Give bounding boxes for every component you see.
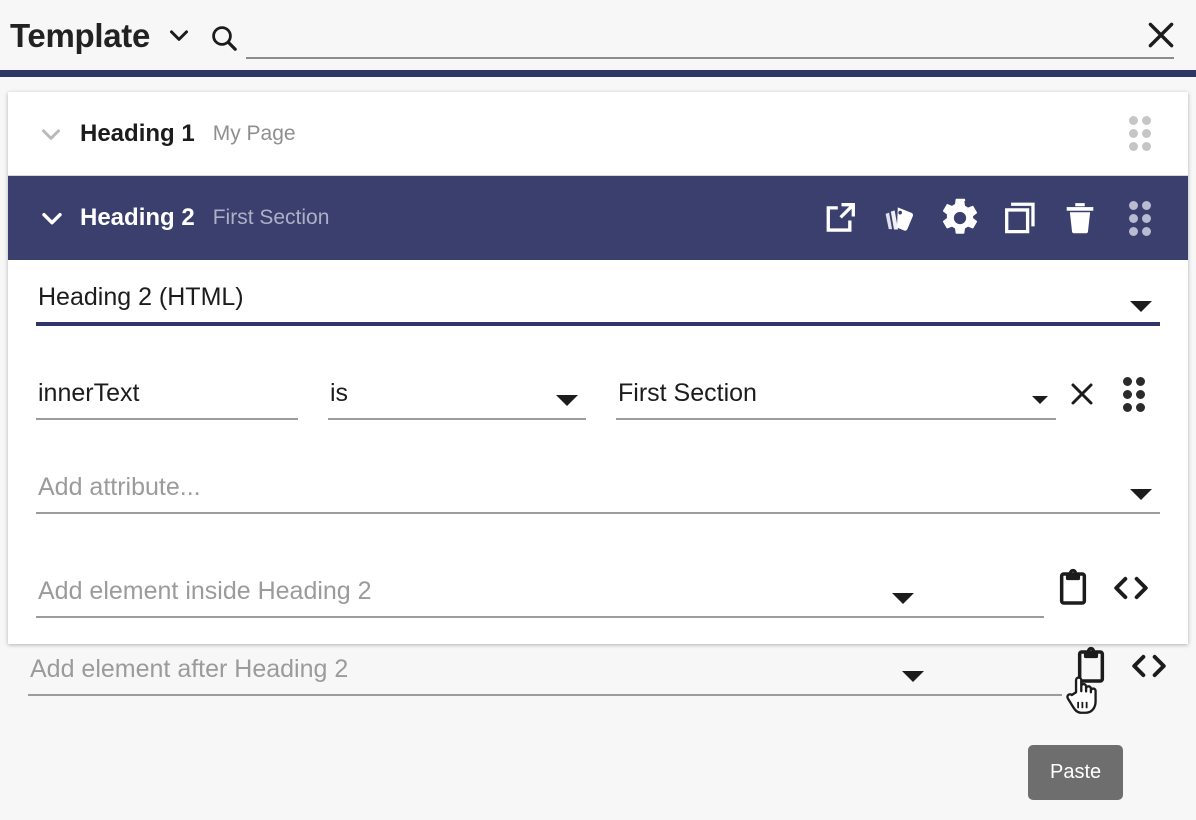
add-attribute-placeholder: Add attribute... — [38, 473, 201, 501]
attribute-value-underline — [616, 418, 1056, 420]
open-in-new-icon[interactable] — [810, 188, 870, 248]
code-brackets-icon[interactable] — [1102, 562, 1160, 614]
attribute-operator-value: is — [330, 379, 349, 407]
tree-node-heading-2[interactable]: Heading 2 First Section — [8, 176, 1188, 260]
search-input[interactable] — [246, 23, 1174, 59]
node-subtitle: First Section — [212, 206, 330, 229]
search-icon — [208, 22, 240, 54]
gear-icon[interactable] — [930, 188, 990, 248]
add-element-after-underline — [28, 694, 1062, 696]
drag-dots[interactable] — [1123, 376, 1145, 412]
attribute-value-select[interactable]: First Section — [616, 378, 1056, 420]
attribute-name-value: innerText — [38, 379, 140, 407]
element-card: Heading 1 My Page Heading 2 First Sectio… — [8, 92, 1188, 644]
drag-handle-icon[interactable] — [1110, 104, 1170, 164]
close-icon[interactable] — [1140, 14, 1182, 56]
tree-node-heading-1[interactable]: Heading 1 My Page — [8, 92, 1188, 176]
chevron-down-icon[interactable] — [892, 593, 914, 604]
search-field[interactable] — [208, 7, 1196, 63]
attribute-tools — [1056, 370, 1160, 420]
close-icon[interactable] — [1056, 370, 1108, 418]
add-element-after-select[interactable]: Add element after Heading 2 — [28, 654, 1062, 696]
trash-icon[interactable] — [1050, 188, 1110, 248]
attribute-name-underline — [36, 418, 298, 420]
add-element-inside-select[interactable]: Add element inside Heading 2 — [36, 576, 1044, 618]
accent-bar — [0, 70, 1196, 77]
chevron-down-icon[interactable] — [36, 202, 70, 234]
element-editor: Heading 2 (HTML) innerText is First Sect… — [8, 260, 1188, 644]
node-actions — [1110, 104, 1188, 164]
page-title: Template — [10, 16, 151, 54]
chevron-down-icon[interactable] — [164, 20, 194, 50]
tooltip-paste: Paste — [1028, 745, 1124, 800]
add-element-after-row: Add element after Heading 2 — [0, 640, 1196, 696]
drag-dots[interactable] — [1129, 116, 1151, 151]
attribute-operator-select[interactable]: is — [328, 378, 586, 420]
chevron-down-icon[interactable] — [902, 671, 924, 682]
add-attribute-select[interactable]: Add attribute... — [36, 472, 1160, 514]
drag-dots[interactable] — [1129, 200, 1151, 236]
chevron-down-icon[interactable] — [1032, 396, 1048, 404]
clipboard-paste-icon[interactable] — [1062, 640, 1120, 692]
element-type-select[interactable]: Heading 2 (HTML) — [36, 282, 1160, 326]
tooltip-label: Paste — [1050, 761, 1102, 783]
add-element-after-tools — [1062, 640, 1178, 696]
attribute-name-field[interactable]: innerText — [36, 378, 298, 420]
node-actions — [810, 188, 1188, 248]
chevron-down-icon[interactable] — [36, 119, 70, 149]
copy-icon[interactable] — [990, 188, 1050, 248]
add-element-inside-underline — [36, 616, 1044, 618]
chevron-down-icon[interactable] — [1130, 301, 1152, 312]
node-subtitle: My Page — [212, 121, 296, 145]
drag-handle-icon[interactable] — [1110, 188, 1170, 248]
code-brackets-icon[interactable] — [1120, 640, 1178, 692]
chevron-down-icon[interactable] — [556, 395, 578, 406]
drag-handle-icon[interactable] — [1108, 370, 1160, 418]
add-attribute-underline — [36, 512, 1160, 514]
chevron-down-icon[interactable] — [1130, 489, 1152, 500]
clipboard-paste-icon[interactable] — [1044, 562, 1102, 614]
attribute-value-value: First Section — [618, 379, 757, 407]
element-type-underline — [36, 322, 1160, 326]
app-header: Template — [0, 0, 1196, 70]
node-label: Heading 2 — [80, 204, 195, 231]
add-attribute-line[interactable]: Add attribute... — [36, 472, 1160, 514]
add-element-inside-tools — [1044, 562, 1160, 618]
element-type-line[interactable]: Heading 2 (HTML) — [36, 282, 1160, 326]
style-palette-icon[interactable] — [870, 188, 930, 248]
node-label: Heading 1 — [80, 119, 195, 147]
add-element-inside-row: Add element inside Heading 2 — [36, 562, 1160, 618]
element-type-value: Heading 2 (HTML) — [38, 283, 244, 311]
attribute-row: innerText is First Section — [36, 370, 1160, 420]
attribute-operator-underline — [328, 418, 586, 420]
